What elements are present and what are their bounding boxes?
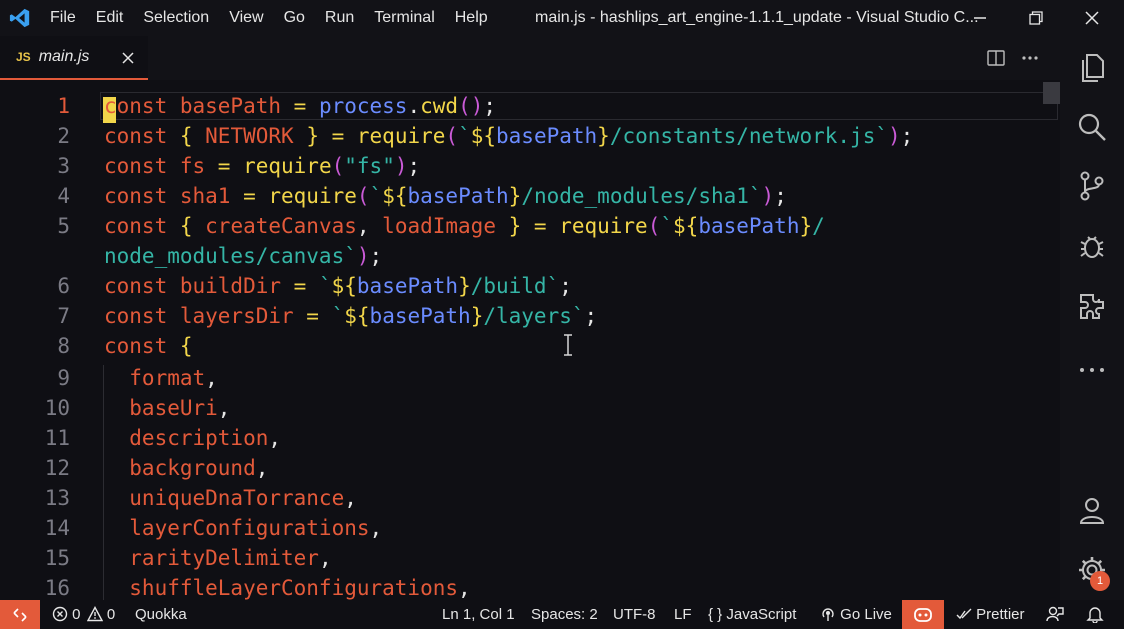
menu-terminal[interactable]: Terminal — [364, 0, 444, 36]
line-number: 11 — [44, 426, 70, 450]
title-bar: File Edit Selection View Go Run Terminal… — [0, 0, 1124, 36]
language-label: JavaScript — [726, 606, 797, 623]
menu-help[interactable]: Help — [445, 0, 498, 36]
line-number: 8 — [57, 334, 70, 358]
line-number: 14 — [44, 516, 70, 540]
code-line: const { createCanvas, loadImage } = requ… — [104, 214, 825, 238]
code-line: node_modules/canvas`); — [104, 244, 383, 268]
ibeam-cursor-icon — [562, 334, 574, 356]
line-number: 9 — [57, 366, 70, 390]
tab-bar: JS main.js — [0, 36, 1060, 80]
line-number: 5 — [57, 214, 70, 238]
code-line: const basePath = process.cwd(); — [104, 94, 497, 118]
code-line: const { — [104, 334, 193, 358]
line-number: 12 — [44, 456, 70, 480]
remote-indicator-icon[interactable] — [0, 600, 40, 629]
code-line: const layersDir = `${basePath}/layers`; — [104, 304, 598, 328]
code-line: const buildDir = `${basePath}/build`; — [104, 274, 572, 298]
code-line: description, — [104, 426, 282, 450]
line-number: 7 — [57, 304, 70, 328]
line-number: 2 — [57, 124, 70, 148]
menu-selection[interactable]: Selection — [133, 0, 219, 36]
go-live-label: Go Live — [840, 606, 892, 623]
vscode-logo-icon — [0, 0, 40, 36]
search-icon[interactable] — [1074, 109, 1110, 145]
restore-button[interactable] — [1008, 0, 1064, 36]
notifications-bell-icon[interactable] — [1086, 605, 1104, 625]
tab-main-js[interactable]: JS main.js — [0, 36, 148, 80]
code-line: format, — [104, 366, 218, 390]
status-bar: 0 0 Quokka Ln 1, Col 1 Spaces: 2 UTF-8 L… — [0, 600, 1124, 629]
code-line: uniqueDnaTorrance, — [104, 486, 357, 510]
close-icon[interactable] — [118, 48, 138, 68]
line-number: 6 — [57, 274, 70, 298]
menu-edit[interactable]: Edit — [86, 0, 134, 36]
line-number: 1 — [57, 94, 70, 118]
window-title: main.js - hashlips_art_engine-1.1.1_upda… — [535, 9, 979, 26]
prettier-status[interactable]: Prettier — [956, 600, 1025, 629]
cursor-position[interactable]: Ln 1, Col 1 — [442, 600, 515, 629]
source-control-icon[interactable] — [1074, 168, 1110, 204]
braces-icon: { } — [708, 606, 723, 623]
code-line: const fs = require("fs"); — [104, 154, 421, 178]
code-line: shuffleLayerConfigurations, — [104, 576, 471, 600]
explorer-icon[interactable] — [1074, 50, 1110, 86]
line-number: 10 — [44, 396, 70, 420]
menu-file[interactable]: File — [40, 0, 86, 36]
line-number: 13 — [44, 486, 70, 510]
quokka-status[interactable]: Quokka — [135, 600, 187, 629]
tab-label: main.js — [38, 48, 90, 65]
more-views-icon[interactable] — [1074, 352, 1110, 388]
editor-scrollbar[interactable] — [1043, 82, 1060, 104]
warning-count: 0 — [106, 606, 116, 623]
language-mode[interactable]: { } JavaScript — [708, 600, 796, 629]
close-window-button[interactable] — [1064, 0, 1120, 36]
eol-status[interactable]: LF — [674, 600, 692, 629]
line-number: 3 — [57, 154, 70, 178]
code-line: const { NETWORK } = require(`${basePath}… — [104, 124, 914, 148]
javascript-file-icon: JS — [16, 50, 31, 64]
accounts-icon[interactable] — [1074, 492, 1110, 528]
go-live-button[interactable]: Go Live — [820, 600, 892, 629]
copilot-icon[interactable] — [902, 600, 944, 629]
extensions-icon[interactable] — [1074, 289, 1110, 325]
minimize-button[interactable] — [952, 0, 1008, 36]
split-editor-icon[interactable] — [986, 48, 1008, 70]
more-actions-icon[interactable] — [1020, 48, 1042, 70]
code-line: background, — [104, 456, 269, 480]
code-line: baseUri, — [104, 396, 231, 420]
code-line: layerConfigurations, — [104, 516, 383, 540]
activity-bar — [1060, 36, 1124, 600]
feedback-icon[interactable] — [1046, 605, 1064, 625]
line-number: 15 — [44, 546, 70, 570]
menu-view[interactable]: View — [219, 0, 273, 36]
line-number: 16 — [44, 576, 70, 600]
line-number: 4 — [57, 184, 70, 208]
code-editor[interactable]: 1 2 3 4 5 6 7 8 9 10 11 12 13 14 15 16 c… — [0, 80, 1060, 600]
problems-indicator[interactable]: 0 0 — [52, 600, 115, 629]
menu-go[interactable]: Go — [274, 0, 315, 36]
run-debug-icon[interactable] — [1074, 228, 1110, 264]
code-line: rarityDelimiter, — [104, 546, 332, 570]
encoding-status[interactable]: UTF-8 — [613, 600, 656, 629]
prettier-label: Prettier — [976, 606, 1025, 623]
settings-notification-badge: 1 — [1090, 571, 1110, 591]
code-line: const sha1 = require(`${basePath}/node_m… — [104, 184, 787, 208]
indentation-status[interactable]: Spaces: 2 — [531, 600, 598, 629]
menu-run[interactable]: Run — [315, 0, 364, 36]
error-count: 0 — [72, 606, 81, 623]
